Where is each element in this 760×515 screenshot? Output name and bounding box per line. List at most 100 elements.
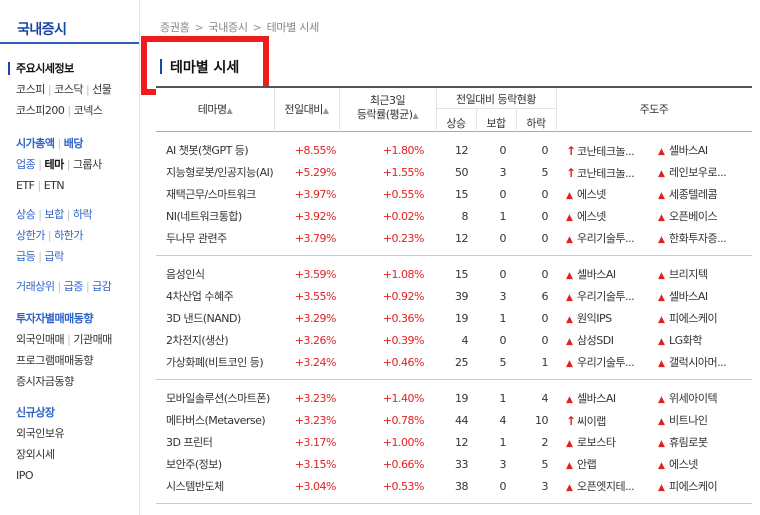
leader-stock-link[interactable]: ▲ 우리기술투... [566, 228, 658, 251]
sidebar-link[interactable]: 하한가 [54, 229, 83, 242]
sidebar-link[interactable]: 코스피200 [16, 104, 65, 117]
change3-value: +1.55% [382, 166, 425, 179]
sidebar-link[interactable]: 급감 [92, 280, 112, 293]
sidebar-title[interactable]: 국내증시 [0, 0, 139, 44]
sidebar-link[interactable]: 급증 [64, 280, 84, 293]
up-count: 12 [455, 436, 469, 449]
sidebar-link[interactable]: 선물 [92, 83, 112, 96]
sidebar-row: 업종 | 테마 | 그룹사 [16, 158, 102, 171]
flat-count: 0 [499, 144, 507, 157]
down-count: 0 [541, 334, 549, 347]
theme-name-link[interactable]: 4차산업 수혜주 [166, 286, 284, 308]
theme-name-link[interactable]: 보안주(정보) [166, 454, 284, 476]
sidebar-link[interactable]: 외국인보유 [16, 427, 65, 440]
leader-stock-link[interactable]: ▲ 세종텔레콤 [658, 184, 752, 207]
sidebar-group-title[interactable]: 시가총액 | 배당 [16, 133, 136, 154]
theme-name-link[interactable]: 음성인식 [166, 264, 284, 286]
theme-table: 테마명▲ 전일대비▲ 최근3일 등락률(평균)▲ 전일대비 등락현황 상승 보합… [156, 86, 752, 504]
leader-stock-link[interactable]: ▲ 우리기술투... [566, 286, 658, 309]
leader-stock-link[interactable]: ▲ 셀바스AI [566, 264, 658, 287]
theme-name-link[interactable]: 3D 프린터 [166, 432, 284, 454]
breadcrumb-item[interactable]: 증권홈 [160, 21, 190, 34]
theme-name-link[interactable]: 모바일솔루션(스마트폰) [166, 388, 284, 410]
change3-value: +0.02% [382, 210, 425, 223]
leader-stock-link[interactable]: ▲ 피에스케이 [658, 308, 752, 331]
leader-stock-link[interactable]: ▲ 에스넷 [566, 184, 658, 207]
leader-stock-link[interactable]: ▲ 에스넷 [566, 206, 658, 229]
theme-name-link[interactable]: 3D 낸드(NAND) [166, 308, 284, 330]
up-triangle-icon: ▲ [658, 147, 665, 157]
sidebar-link[interactable]: 거래상위 [16, 280, 55, 293]
header-change3[interactable]: 최근3일 등락률(평균)▲ [339, 94, 436, 123]
sidebar-link[interactable]: 코넥스 [74, 104, 103, 117]
leader-stock-link[interactable]: ▲ 로보스타 [566, 432, 658, 455]
sidebar-link[interactable]: ETF [16, 179, 35, 192]
down-count: 10 [535, 414, 549, 427]
leader-stock-link[interactable]: ▲ 셀바스AI [566, 388, 658, 411]
theme-name-link[interactable]: 시스템반도체 [166, 476, 284, 498]
sidebar-link[interactable]: 장외시세 [16, 448, 55, 461]
sidebar-link[interactable]: 급등 [16, 250, 36, 263]
leader-stock-link[interactable]: ▲ 삼성SDI [566, 330, 658, 353]
sidebar-link[interactable]: 급락 [44, 250, 64, 263]
leader-stock-link[interactable]: ↑코난테크놀... [566, 162, 658, 185]
leader-stock-link[interactable]: ▲ 우리기술투... [566, 352, 658, 375]
leader-stock-link[interactable]: ▲ 한화투자증... [658, 228, 752, 251]
leader-stock-link[interactable]: ↑코난테크놀... [566, 140, 658, 163]
theme-name-link[interactable]: 메타버스(Metaverse) [166, 410, 284, 432]
theme-name-link[interactable]: 2차전지(생산) [166, 330, 284, 352]
limit-up-arrow-icon: ↑ [566, 414, 576, 428]
sidebar-row: ETF | ETN [16, 179, 65, 192]
sidebar-link[interactable]: 상한가 [16, 229, 45, 242]
leader-stock-link[interactable]: ▲ 브리지텍 [658, 264, 752, 287]
leader-stock-link[interactable]: ▲ 오픈베이스 [658, 206, 752, 229]
up-triangle-icon: ▲ [658, 293, 665, 303]
theme-name-link[interactable]: AI 챗봇(챗GPT 등) [166, 140, 284, 162]
sidebar-link[interactable]: 업종 [16, 158, 36, 171]
sidebar-link[interactable]: 기관매매 [73, 333, 112, 346]
change3-value: +0.53% [382, 480, 425, 493]
flat-count: 3 [499, 166, 507, 179]
sidebar-link[interactable]: 증시자금동향 [16, 375, 74, 388]
table-group: 음성인식 +3.59% +1.08% 15 0 0 ▲ 셀바스AI ▲ 브리지텍 4차산업 수혜주 +… [156, 256, 752, 380]
leader-stock-link[interactable]: ▲ 셀바스AI [658, 286, 752, 309]
sidebar-group-title[interactable]: 신규상장 [16, 402, 136, 423]
sidebar-link[interactable]: 그룹사 [73, 158, 102, 171]
leader-stock-link[interactable]: ▲ 셀바스AI [658, 140, 752, 163]
sidebar-link[interactable]: 코스닥 [54, 83, 83, 96]
sidebar-link[interactable]: IPO [16, 469, 34, 482]
leader-stock-link[interactable]: ▲ 비트나인 [658, 410, 752, 433]
leader-stock-link[interactable]: ▲ 안랩 [566, 454, 658, 477]
sidebar-link[interactable]: 테마 [44, 158, 64, 171]
leader-stock-link[interactable]: ↑씨이랩 [566, 410, 658, 433]
leader-stock-link[interactable]: ▲ 위세아이텍 [658, 388, 752, 411]
leader-stock-link[interactable]: ▲ LG화학 [658, 330, 752, 353]
leader-stock-link[interactable]: ▲ 원익IPS [566, 308, 658, 331]
flat-count: 3 [499, 290, 507, 303]
theme-name-link[interactable]: 재택근무/스마트워크 [166, 184, 284, 206]
sidebar-link[interactable]: 하락 [73, 208, 93, 221]
sidebar-link[interactable]: 상승 [16, 208, 36, 221]
header-theme-name[interactable]: 테마명▲ [156, 101, 274, 117]
leader-stock-link[interactable]: ▲ 피에스케이 [658, 476, 752, 499]
theme-name-link[interactable]: 가상화폐(비트코인 등) [166, 352, 284, 374]
leader-stock-link[interactable]: ▲ 갤럭시아머... [658, 352, 752, 375]
theme-name-link[interactable]: NI(네트워크통합) [166, 206, 284, 228]
sidebar-link[interactable]: ETN [44, 179, 65, 192]
leader-stock-link[interactable]: ▲ 휴림로봇 [658, 432, 752, 455]
theme-name-link[interactable]: 지능형로봇/인공지능(AI) [166, 162, 284, 184]
leader-stock-link[interactable]: ▲ 레인보우로... [658, 162, 752, 185]
theme-name-link[interactable]: 두나무 관련주 [166, 228, 284, 250]
sidebar-group-title[interactable]: 주요시세정보 [8, 58, 136, 79]
sidebar-group-title[interactable]: 투자자별매매동향 [16, 308, 136, 329]
breadcrumb-item: 테마별 시세 [266, 21, 320, 34]
leader-stock-link[interactable]: ▲ 에스넷 [658, 454, 752, 477]
sidebar-link[interactable]: 코스피 [16, 83, 45, 96]
breadcrumb-item[interactable]: 국내증시 [208, 21, 248, 34]
leader-stock-link[interactable]: ▲ 오픈엣지테... [566, 476, 658, 499]
table-row: 가상화폐(비트코인 등) +3.24% +0.46% 25 5 1 ▲ 우리기술투... ▲ 갤럭… [156, 352, 752, 374]
sidebar-link[interactable]: 외국인매매 [16, 333, 65, 346]
header-change[interactable]: 전일대비▲ [274, 101, 339, 117]
sidebar-link[interactable]: 프로그램매매동향 [16, 354, 93, 367]
sidebar-link[interactable]: 보합 [44, 208, 64, 221]
